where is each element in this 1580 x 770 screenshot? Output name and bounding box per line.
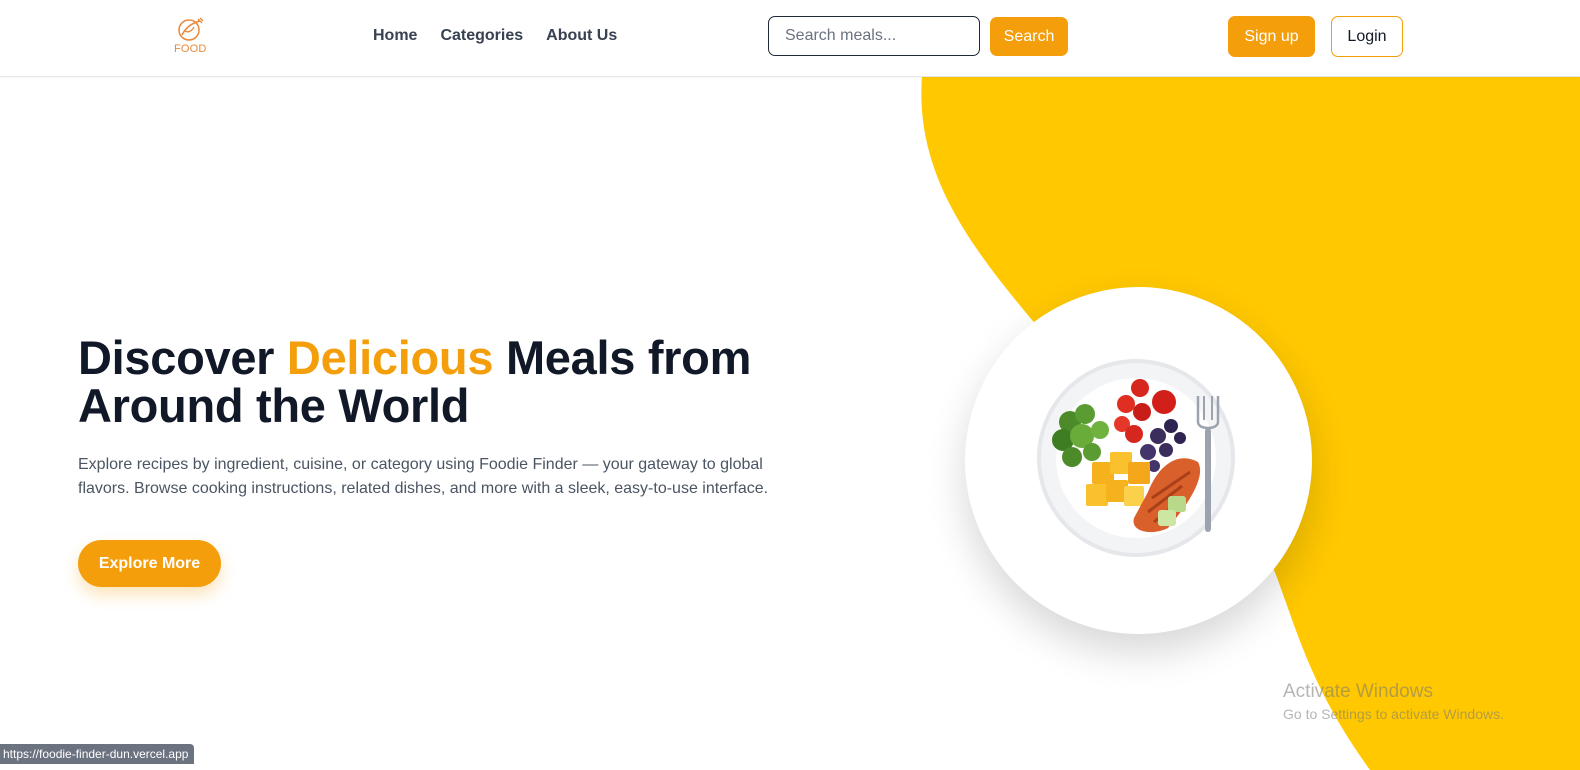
nav-link-home[interactable]: Home [373,27,417,45]
login-button[interactable]: Login [1331,16,1403,57]
nav-link-categories[interactable]: Categories [440,27,523,45]
logo[interactable]: FOOD [171,17,211,57]
navbar: FOOD Home Categories About Us Search Sig… [0,0,1580,77]
explore-more-button[interactable]: Explore More [78,540,221,587]
hero-title-part1: Discover [78,331,287,384]
search-button[interactable]: Search [990,17,1068,56]
windows-activation-watermark-subtitle: Go to Settings to activate Windows. [1283,706,1504,722]
search-input[interactable] [768,16,980,56]
signup-button[interactable]: Sign up [1228,16,1315,57]
main-nav: Home Categories About Us [373,27,617,45]
logo-text: FOOD [174,43,207,55]
nav-link-about-us[interactable]: About Us [546,27,617,45]
hero-title: Discover Delicious Meals from Around the… [78,334,798,430]
hero-description: Explore recipes by ingredient, cuisine, … [78,456,769,497]
page: FOOD Home Categories About Us Search Sig… [0,0,1580,770]
hero-title-accent: Delicious [286,331,494,384]
food-plate-image [1037,359,1235,557]
windows-activation-watermark-title: Activate Windows [1283,681,1433,702]
status-bar-url: https://foodie-finder-dun.vercel.app [0,744,195,764]
fork-and-leaf-icon [178,17,204,41]
